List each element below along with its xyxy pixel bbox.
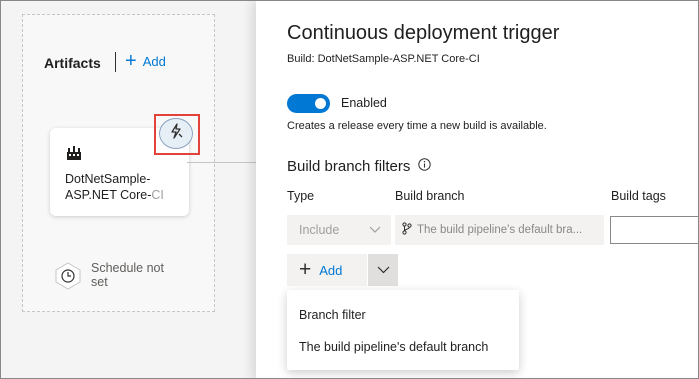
clock-icon (53, 261, 83, 296)
schedule-trigger[interactable]: Schedule not set (53, 261, 181, 296)
panel-subtitle: Build: DotNetSample-ASP.NET Core-CI (287, 53, 480, 65)
add-filter-button[interactable]: + Add (287, 254, 367, 286)
branch-icon (402, 222, 412, 238)
artifact-name-text: DotNetSample-ASP.NET Core- (65, 172, 152, 202)
screenshot-frame: Artifacts + Add DotNetSample-ASP.NET Cor… (0, 0, 699, 379)
artifact-connector-line (187, 162, 256, 163)
lightning-trigger-icon (168, 123, 184, 144)
build-branch-field[interactable]: The build pipeline's default bra... (395, 215, 604, 245)
continuous-deployment-trigger-button[interactable] (159, 118, 193, 149)
toggle-label: Enabled (341, 96, 387, 110)
toggle-description: Creates a release every time a new build… (287, 120, 547, 132)
toggle-knob (315, 98, 326, 109)
menu-item-branch-filter[interactable]: Branch filter (299, 308, 366, 322)
build-pipeline-icon (66, 145, 82, 166)
artifact-name: DotNetSample-ASP.NET Core-CI (65, 171, 185, 203)
add-artifact-label: Add (142, 53, 166, 69)
add-filter-menu: Branch filter The build pipeline's defau… (287, 290, 519, 370)
add-filter-split-button: + Add (287, 254, 398, 286)
type-dropdown[interactable]: Include (287, 215, 391, 245)
add-filter-dropdown-toggle[interactable] (368, 254, 398, 286)
build-branch-filters-heading: Build branch filters (287, 158, 432, 175)
chevron-down-icon (377, 261, 390, 279)
plus-icon: + (299, 258, 312, 281)
chevron-down-icon (369, 223, 381, 237)
menu-item-default-branch[interactable]: The build pipeline's default branch (299, 340, 488, 354)
type-dropdown-value: Include (299, 223, 340, 237)
plus-icon: + (125, 50, 137, 72)
trigger-settings-panel: Continuous deployment trigger Build: Dot… (256, 1, 698, 378)
add-filter-label: Add (319, 262, 343, 278)
build-tags-input[interactable] (610, 216, 698, 244)
column-header-type: Type (287, 189, 315, 203)
column-header-build-branch: Build branch (395, 189, 465, 203)
filters-title-text: Build branch filters (287, 158, 411, 175)
artifacts-separator (115, 52, 116, 72)
column-header-build-tags: Build tags (611, 189, 666, 203)
artifact-name-suffix: CI (151, 188, 164, 202)
info-icon[interactable] (418, 158, 432, 175)
enabled-toggle[interactable] (287, 94, 330, 113)
add-artifact-button[interactable]: + Add (125, 50, 166, 72)
schedule-label: Schedule not set (91, 261, 164, 289)
artifacts-area: Artifacts + Add DotNetSample-ASP.NET Cor… (22, 14, 215, 312)
artifacts-title: Artifacts (44, 55, 101, 71)
panel-title: Continuous deployment trigger (287, 22, 560, 44)
build-branch-value: The build pipeline's default bra... (417, 224, 583, 236)
